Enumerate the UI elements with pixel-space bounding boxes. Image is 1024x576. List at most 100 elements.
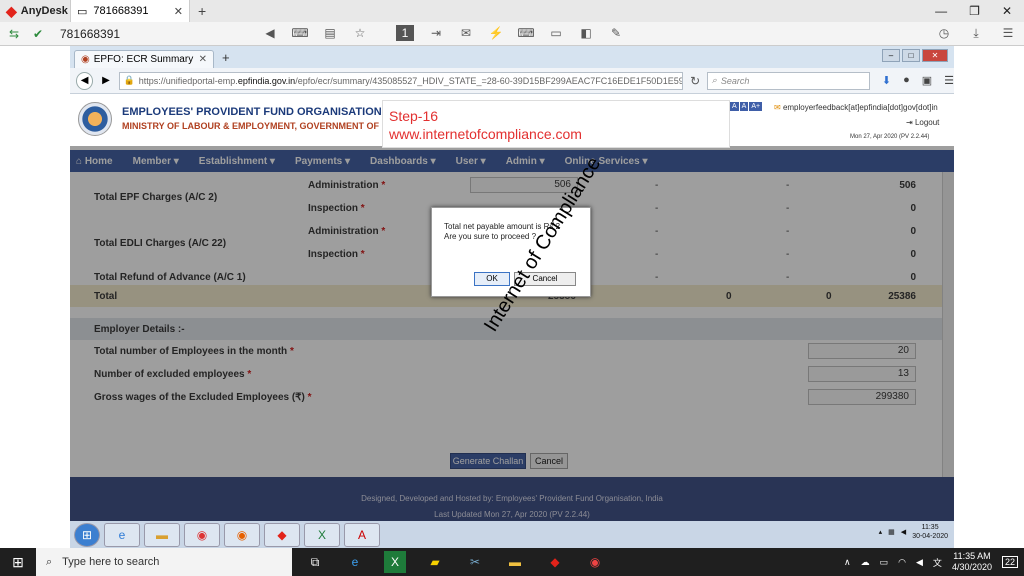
minimize-icon[interactable]: — xyxy=(935,4,947,18)
volume-icon[interactable]: ◀ xyxy=(901,528,906,536)
chat-icon[interactable]: ✉ xyxy=(458,25,474,41)
minimize-icon[interactable]: – xyxy=(882,49,900,62)
close-window-icon[interactable]: ✕ xyxy=(1002,4,1012,18)
file-explorer-icon[interactable]: ▬ xyxy=(504,551,526,573)
url-path: /epfo/ecr/summary/435085527_HDIV_STATE_=… xyxy=(295,75,684,86)
browser-toolbar-icons: ⬇ ● ▣ ☰ xyxy=(882,74,954,87)
transfer-icon[interactable]: ⇥ xyxy=(428,25,444,41)
sticky-notes-icon[interactable]: ▰ xyxy=(424,551,446,573)
cloud-icon[interactable]: ☁ xyxy=(861,557,870,568)
browser-tab[interactable]: ◉ EPFO: ECR Summary ✕ xyxy=(74,50,214,68)
tray-arrow-icon[interactable]: ▴ xyxy=(879,528,883,536)
history-icon[interactable]: ◷ xyxy=(936,25,952,41)
excel-icon[interactable]: X xyxy=(384,551,406,573)
host-clock[interactable]: 11:35 AM 4/30/2020 xyxy=(952,551,992,573)
keyboard-icon[interactable]: ⌨ xyxy=(291,25,308,41)
new-tab-button[interactable]: + xyxy=(190,3,214,19)
tray-arrow-icon[interactable]: ∧ xyxy=(844,557,851,568)
remote-time: 11:35 xyxy=(921,524,939,531)
search-icon: ⌕ xyxy=(46,555,53,568)
downloads-icon[interactable]: ⬇ xyxy=(882,74,891,87)
font-decrease-button[interactable]: A xyxy=(730,102,739,111)
privacy-icon[interactable]: ◧ xyxy=(578,25,594,41)
reload-icon[interactable]: ↻ xyxy=(687,73,702,89)
session-tools: ◀ ⌨ ▤ ☆ 1 ⇥ ✉ ⚡ ⌨ ▭ ◧ ✎ xyxy=(262,25,624,41)
ie-icon[interactable]: e xyxy=(104,523,140,547)
forward-icon[interactable]: ▶ xyxy=(97,72,114,90)
battery-icon[interactable]: ▭ xyxy=(880,557,889,568)
ie-icon[interactable]: e xyxy=(344,551,366,573)
session-tab-label: 781668391 xyxy=(93,5,149,17)
logout-label: Logout xyxy=(914,118,940,127)
taskbar-search-placeholder: Type here to search xyxy=(62,556,160,568)
lock-icon: 🔒 xyxy=(123,75,135,85)
anydesk-logo: ◆ AnyDesk xyxy=(0,3,70,20)
host-date: 4/30/2020 xyxy=(951,562,992,572)
maximize-icon[interactable]: □ xyxy=(902,49,920,62)
font-normal-button[interactable]: A xyxy=(739,102,749,111)
restore-icon[interactable]: ❐ xyxy=(969,4,980,18)
wifi-icon[interactable]: ◠ xyxy=(898,557,906,568)
taskbar-search-box[interactable]: ⌕ Type here to search xyxy=(36,548,292,576)
explorer-icon[interactable]: ▬ xyxy=(144,523,180,547)
notification-icon[interactable]: 22 xyxy=(1001,556,1018,568)
volume-icon[interactable]: ◀ xyxy=(916,557,923,568)
mail-icon: ✉ xyxy=(774,103,781,112)
download-icon[interactable]: ⤓ xyxy=(968,25,984,41)
windows-start-icon[interactable]: ⊞ xyxy=(0,548,36,576)
pen-icon[interactable]: ✎ xyxy=(608,25,624,41)
chrome-icon[interactable]: ◉ xyxy=(184,523,220,547)
action-icon[interactable]: ⚡ xyxy=(488,25,504,41)
display-1-icon[interactable]: 1 xyxy=(396,25,414,41)
logout-icon: ⇥ xyxy=(906,118,913,127)
network-icon[interactable]: ▦ xyxy=(888,528,895,536)
last-login-text: Mon 27, Apr 2020 (PV 2.2.44) xyxy=(850,134,930,140)
firefox-icon[interactable]: ◉ xyxy=(224,523,260,547)
language-icon[interactable]: 文 xyxy=(933,556,942,569)
anydesk-session-tab[interactable]: ▭ 781668391 ✕ xyxy=(70,0,190,22)
font-increase-button[interactable]: A+ xyxy=(749,102,763,111)
pdf-icon[interactable]: A xyxy=(344,523,380,547)
chrome-icon[interactable]: ◉ xyxy=(584,551,606,573)
menu-icon[interactable]: ☰ xyxy=(1000,25,1016,41)
new-tab-button[interactable]: + xyxy=(214,50,238,68)
step-label: Step-16 xyxy=(389,108,439,124)
remote-screen[interactable]: ◉ EPFO: ECR Summary ✕ + – □ ✕ ◀ ▶ 🔒 http… xyxy=(70,46,954,549)
keyboard-layout-icon[interactable]: ⌨ xyxy=(517,25,534,41)
anydesk-icon[interactable]: ◆ xyxy=(264,523,300,547)
epfo-emblem-icon xyxy=(78,102,112,136)
accept-icon: ✔ xyxy=(32,26,44,41)
epfo-favicon-icon: ◉ xyxy=(81,54,90,65)
remote-date: 30-04-2020 xyxy=(912,533,948,540)
clipboard-icon[interactable]: ▤ xyxy=(322,25,338,41)
chat-icon[interactable]: ● xyxy=(903,74,910,87)
hamburger-menu-icon[interactable]: ☰ xyxy=(944,74,954,87)
monitor-icon: ▭ xyxy=(77,5,88,18)
windows-start-icon[interactable]: ⊞ xyxy=(74,523,100,547)
task-view-icon[interactable]: ⧉ xyxy=(304,551,326,573)
close-icon[interactable]: ✕ xyxy=(922,49,948,62)
url-bar[interactable]: 🔒 https://unifiedportal-emp. epfindia.gov… xyxy=(118,71,684,90)
excel-icon[interactable]: X xyxy=(304,523,340,547)
star-icon[interactable]: ☆ xyxy=(352,25,368,41)
remote-clock[interactable]: 11:35 30-04-2020 xyxy=(912,523,948,541)
anydesk-logo-icon: ◆ xyxy=(6,2,17,19)
host-time: 11:35 AM xyxy=(953,551,991,561)
browser-search-box[interactable]: ⌕ Search xyxy=(706,71,870,90)
anydesk-icon[interactable]: ◆ xyxy=(544,551,566,573)
speaker-icon[interactable]: ◀ xyxy=(262,25,278,41)
anydesk-right-tools: ◷ ⤓ ☰ xyxy=(936,25,1016,41)
ministry-name: MINISTRY OF LABOUR & EMPLOYMENT, GOVERNM… xyxy=(122,121,407,131)
sidebar-icon[interactable]: ▣ xyxy=(922,74,932,87)
back-icon[interactable]: ◀ xyxy=(76,71,94,90)
screen-icon[interactable]: ▭ xyxy=(548,25,564,41)
modal-overlay xyxy=(70,146,954,521)
font-size-buttons: A A A+ xyxy=(730,102,763,111)
address-field[interactable]: 781668391 xyxy=(60,27,260,41)
snip-icon[interactable]: ✂ xyxy=(464,551,486,573)
host-tray: ∧ ☁ ▭ ◠ ◀ 文 11:35 AM 4/30/2020 22 xyxy=(844,551,1018,573)
close-tab-icon[interactable]: ✕ xyxy=(199,54,207,65)
feedback-email: ✉ employerfeedback[at]epfindia[dot]gov[d… xyxy=(774,103,938,112)
close-tab-icon[interactable]: ✕ xyxy=(174,5,183,18)
logout-link[interactable]: ⇥ Logout xyxy=(906,118,939,127)
